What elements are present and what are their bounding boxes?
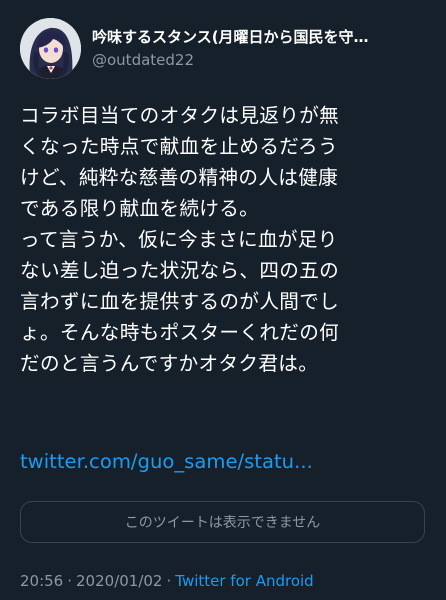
tweet-link[interactable]: twitter.com/guo_same/statu... (20, 446, 313, 477)
author-names: 吟味するスタンス(月曜日から国民を守… @outdated22 (92, 27, 428, 71)
display-name[interactable]: 吟味するスタンス(月曜日から国民を守… (92, 27, 428, 47)
tweet-source-link[interactable]: Twitter for Android (175, 572, 313, 590)
tweet-header: 吟味するスタンス(月曜日から国民を守… @outdated22 (20, 18, 430, 80)
tweet: 吟味するスタンス(月曜日から国民を守… @outdated22 コラボ目当てのオ… (0, 0, 446, 600)
tweet-meta: 20:56 · 2020/01/02 · Twitter for Android (20, 570, 314, 592)
tweet-text-line: けど、純粋な慈善の精神の人は健康 (20, 166, 339, 189)
tweet-text-line: って言うか、仮に今まさに血が足り (20, 228, 338, 251)
tweet-text-line: ない差し迫った状況なら、四の五の (20, 259, 340, 282)
tweet-text-line: ょ。そんな時もポスターくれだの何 (20, 321, 340, 344)
tweet-time[interactable]: 20:56 (20, 572, 63, 590)
tweet-text-line: くなった時点で献血を止めるだろう (20, 135, 338, 158)
unavailable-message: このツイートは表示できません (124, 515, 321, 531)
unavailable-quoted-tweet: このツイートは表示できません (20, 501, 425, 543)
tweet-text-line: である限り献血を続ける。 (20, 197, 260, 220)
tweet-text-line: コラボ目当てのオタクは見返りが無 (20, 104, 340, 127)
meta-separator: · (67, 572, 73, 590)
meta-separator: · (166, 572, 172, 590)
user-handle[interactable]: @outdated22 (92, 49, 428, 71)
tweet-text-line: 言わずに血を提供するのが人間でし (20, 290, 340, 313)
tweet-text: コラボ目当てのオタクは見返りが無 くなった時点で献血を止めるだろう けど、純粋な… (20, 100, 430, 379)
tweet-date[interactable]: 2020/01/02 (76, 572, 162, 590)
tweet-text-line: だのと言うんですかオタク君は。 (20, 352, 319, 375)
avatar[interactable] (20, 18, 81, 79)
anime-character-avatar-icon (20, 18, 81, 79)
